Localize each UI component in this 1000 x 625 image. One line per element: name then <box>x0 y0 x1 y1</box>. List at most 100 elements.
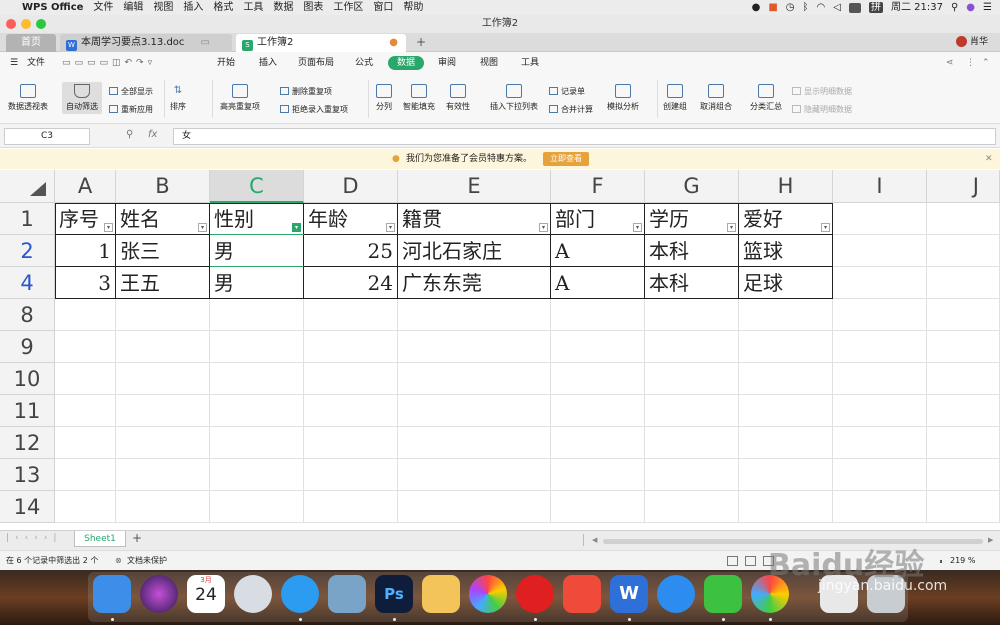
menu-chart[interactable]: 图表 <box>303 0 323 15</box>
cell[interactable] <box>210 363 304 395</box>
cell[interactable] <box>645 395 739 427</box>
cell[interactable] <box>116 363 210 395</box>
view-now-button[interactable]: 立即查看 <box>543 152 589 166</box>
ungroup-button[interactable]: 取消组合 <box>700 84 732 112</box>
autofilter-button[interactable]: 自动筛选 <box>62 82 102 114</box>
header-cell[interactable]: 爱好 ▾ <box>739 203 833 235</box>
cell[interactable] <box>833 363 927 395</box>
cell[interactable] <box>304 459 398 491</box>
filter-dropdown-icon[interactable]: ▾ <box>821 223 830 232</box>
header-cell[interactable]: 年龄 ▾ <box>304 203 398 235</box>
cell[interactable]: 本科 <box>645 267 739 299</box>
remove-duplicates-button[interactable]: 删除重复项 <box>280 86 332 97</box>
validity-button[interactable]: 有效性 <box>446 84 470 112</box>
zoom-formula-icon[interactable]: ⚲ <box>126 129 133 140</box>
cell[interactable] <box>398 331 551 363</box>
cell[interactable] <box>210 427 304 459</box>
filter-dropdown-icon[interactable]: ▾ <box>727 223 736 232</box>
cell[interactable] <box>398 427 551 459</box>
cell[interactable] <box>304 427 398 459</box>
column-header-b[interactable]: B <box>116 170 210 203</box>
cell[interactable] <box>833 299 927 331</box>
cell[interactable] <box>645 299 739 331</box>
cell[interactable] <box>398 395 551 427</box>
cell[interactable] <box>833 267 927 299</box>
cell[interactable] <box>833 491 927 523</box>
cell[interactable] <box>116 459 210 491</box>
monitor-icon[interactable]: ▭ <box>201 34 210 52</box>
menu-tools[interactable]: 工具 <box>243 0 263 15</box>
cell[interactable] <box>304 491 398 523</box>
clock[interactable]: 周二 21:37 <box>891 0 943 15</box>
cell[interactable] <box>645 427 739 459</box>
cell[interactable]: 王五 <box>116 267 210 299</box>
cell[interactable] <box>116 395 210 427</box>
cell[interactable] <box>398 299 551 331</box>
wps-icon[interactable]: W <box>610 575 648 613</box>
cell[interactable] <box>739 491 833 523</box>
filter-dropdown-icon[interactable]: ▾ <box>104 223 113 232</box>
cell[interactable] <box>304 331 398 363</box>
volume-icon[interactable]: ◁ <box>833 0 841 15</box>
column-header-f[interactable]: F <box>551 170 645 203</box>
cell[interactable] <box>116 299 210 331</box>
close-window-icon[interactable] <box>6 19 16 29</box>
row-header-2[interactable]: 2 <box>0 235 55 267</box>
user-name[interactable]: 肖华 <box>970 33 988 51</box>
row-header-11[interactable]: 11 <box>0 395 55 427</box>
smart-fill-button[interactable]: 智能填充 <box>403 84 435 112</box>
finder-icon[interactable] <box>93 575 131 613</box>
reapply-button[interactable]: 重新应用 <box>109 104 153 115</box>
time-machine-icon[interactable]: ◷ <box>786 0 795 15</box>
cell[interactable]: 男 <box>210 267 304 299</box>
zoom-slider-end[interactable] <box>940 560 942 563</box>
user-avatar[interactable] <box>956 36 967 47</box>
cell[interactable]: 河北石家庄 <box>398 235 551 267</box>
cell[interactable]: 张三 <box>116 235 210 267</box>
menu-app-name[interactable]: WPS Office <box>22 0 83 15</box>
tab-split-handle[interactable] <box>583 534 584 546</box>
tab-workbook[interactable]: S 工作簿2 ● <box>236 34 406 52</box>
ribbon-tab-tools[interactable]: 工具 <box>521 52 539 74</box>
fx-icon[interactable]: fx <box>148 129 157 140</box>
more-icon[interactable]: ⋮ <box>966 52 975 74</box>
cell[interactable] <box>927 459 1000 491</box>
scroll-right-icon[interactable]: ▶ <box>988 536 993 544</box>
notification-center-icon[interactable]: ☰ <box>983 0 992 15</box>
cell[interactable] <box>551 459 645 491</box>
cell[interactable] <box>739 427 833 459</box>
siri-icon[interactable] <box>140 575 178 613</box>
filter-dropdown-icon[interactable]: ▾ <box>386 223 395 232</box>
cell[interactable]: A <box>551 267 645 299</box>
insert-dropdown-button[interactable]: 插入下拉列表 <box>490 84 538 112</box>
wechat-icon[interactable] <box>704 575 742 613</box>
cell[interactable] <box>210 459 304 491</box>
column-header-d[interactable]: D <box>304 170 398 203</box>
cell[interactable] <box>739 299 833 331</box>
pivot-table-button[interactable]: 数据透视表 <box>8 84 48 112</box>
header-cell[interactable]: 学历 ▾ <box>645 203 739 235</box>
cell[interactable]: 广东东莞 <box>398 267 551 299</box>
cell[interactable] <box>645 491 739 523</box>
cell[interactable] <box>551 395 645 427</box>
header-cell[interactable]: 姓名 ▾ <box>116 203 210 235</box>
header-cell[interactable]: 性别 ▾ <box>210 203 304 235</box>
column-header-e[interactable]: E <box>398 170 551 203</box>
cell[interactable] <box>927 267 1000 299</box>
wifi-icon[interactable]: ◠ <box>817 0 826 15</box>
cell[interactable] <box>398 491 551 523</box>
filter-dropdown-icon[interactable]: ▾ <box>539 223 548 232</box>
launchpad-icon[interactable] <box>234 575 272 613</box>
cell[interactable] <box>739 363 833 395</box>
new-tab-button[interactable]: + <box>416 35 426 49</box>
record-form-button[interactable]: 记录单 <box>549 86 585 97</box>
battery-icon[interactable] <box>848 2 861 13</box>
page-break-view-icon[interactable] <box>745 556 756 566</box>
cell[interactable]: 24 <box>304 267 398 299</box>
tab-home[interactable]: 首页 <box>6 34 56 52</box>
header-cell[interactable]: 部门 ▾ <box>551 203 645 235</box>
share-icon[interactable]: ⋖ <box>946 52 954 74</box>
hamburger-icon[interactable]: ☰ <box>10 52 18 74</box>
photos-icon[interactable] <box>469 575 507 613</box>
subtotal-button[interactable]: 分类汇总 <box>750 84 782 112</box>
